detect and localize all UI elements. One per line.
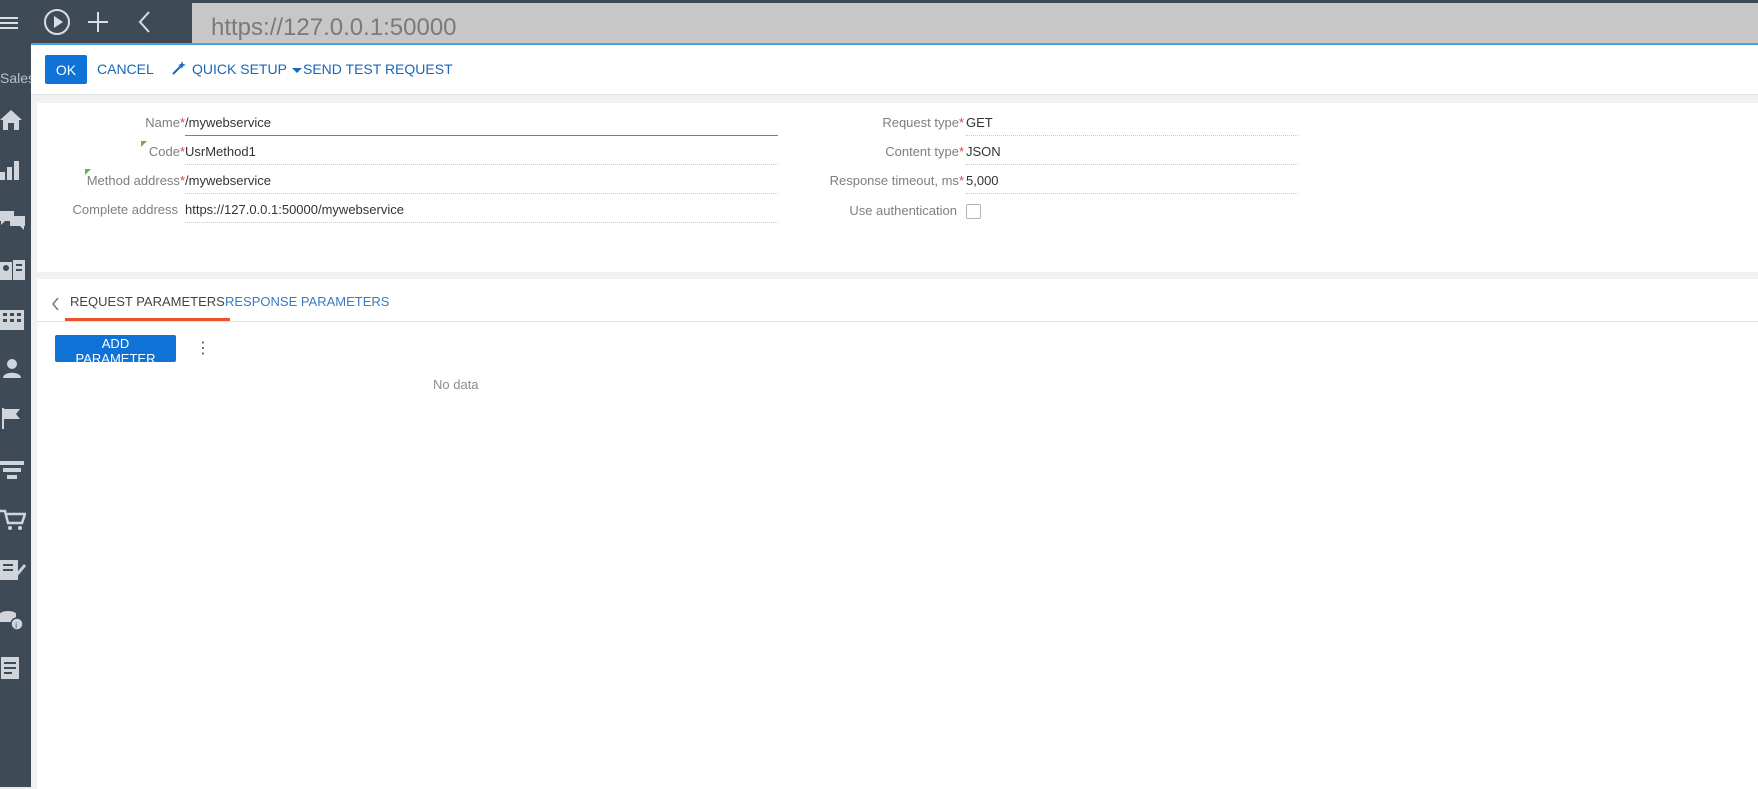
caret-down-icon [291,67,302,73]
home-icon[interactable] [0,105,31,135]
tabs-panel: REQUEST PARAMETERS RESPONSE PARAMETERS A… [37,279,1758,789]
quick-setup-label: QUICK SETUP [192,61,287,77]
back-icon[interactable] [130,7,160,37]
add-parameter-button[interactable]: ADD PARAMETER [55,335,176,366]
complete-address-value: https://127.0.0.1:50000/mywebservice [185,197,778,223]
action-bar: OK CANCEL QUICK SETUP SEND TEST REQUEST [31,45,1758,95]
play-icon[interactable] [42,7,72,37]
quick-setup-button[interactable]: QUICK SETUP [172,55,302,84]
menu-icon[interactable] [0,8,31,38]
code-input[interactable]: UsrMethod1 [185,139,778,165]
flag-icon[interactable] [0,403,31,433]
method-address-label: Method address* [86,173,185,188]
empty-grid-message: No data [433,377,479,392]
page-icon[interactable] [0,653,31,683]
magic-wand-icon [172,56,186,85]
content-type-label: Content type* [885,144,964,159]
left-sidebar: Sales i [0,0,31,787]
document-icon[interactable] [0,555,31,585]
method-address-input[interactable]: /mywebservice [185,168,778,194]
cart-icon[interactable] [0,505,31,535]
tab-request-parameters[interactable]: REQUEST PARAMETERS [65,291,230,321]
funnel-icon[interactable] [0,455,31,485]
section-label: Sales [0,70,31,86]
response-timeout-input[interactable]: 5,000 [966,168,1298,194]
response-timeout-label: Response timeout, ms* [829,173,964,188]
svg-text:i: i [15,621,17,630]
cancel-button[interactable]: CANCEL [97,55,154,84]
complete-address-label: Complete address [72,202,179,217]
dashboard-icon[interactable] [0,155,31,185]
web-service-method-dialog: OK CANCEL QUICK SETUP SEND TEST REQUEST … [31,43,1758,789]
fields-panel: Name* /mywebservice Code* UsrMethod1 Met… [37,103,1758,272]
accounts-icon[interactable] [0,305,31,335]
send-test-request-button[interactable]: SEND TEST REQUEST [303,55,453,84]
localization-marker [141,141,147,147]
user-icon[interactable] [0,353,31,383]
tab-response-parameters[interactable]: RESPONSE PARAMETERS [225,291,389,321]
plus-icon[interactable] [83,7,113,37]
tab-bar: REQUEST PARAMETERS RESPONSE PARAMETERS [37,279,1758,322]
request-type-label: Request type* [882,115,964,130]
name-input[interactable]: /mywebservice [185,110,778,136]
use-authentication-checkbox[interactable] [966,204,981,219]
more-options-icon[interactable]: ⋮ [195,339,211,359]
coins-icon[interactable]: i [0,605,31,635]
code-label: Code* [148,144,185,159]
content-type-select[interactable]: JSON [966,139,1298,165]
tabs-scroll-left-icon[interactable] [51,297,61,314]
contacts-icon[interactable] [0,255,31,285]
name-label: Name* [145,115,185,130]
feed-icon[interactable] [0,205,31,235]
use-authentication-label: Use authentication [849,203,957,218]
ok-button[interactable]: OK [45,55,87,84]
url-bar[interactable]: https://127.0.0.1:50000 [192,3,1758,43]
request-type-select[interactable]: GET [966,110,1298,136]
